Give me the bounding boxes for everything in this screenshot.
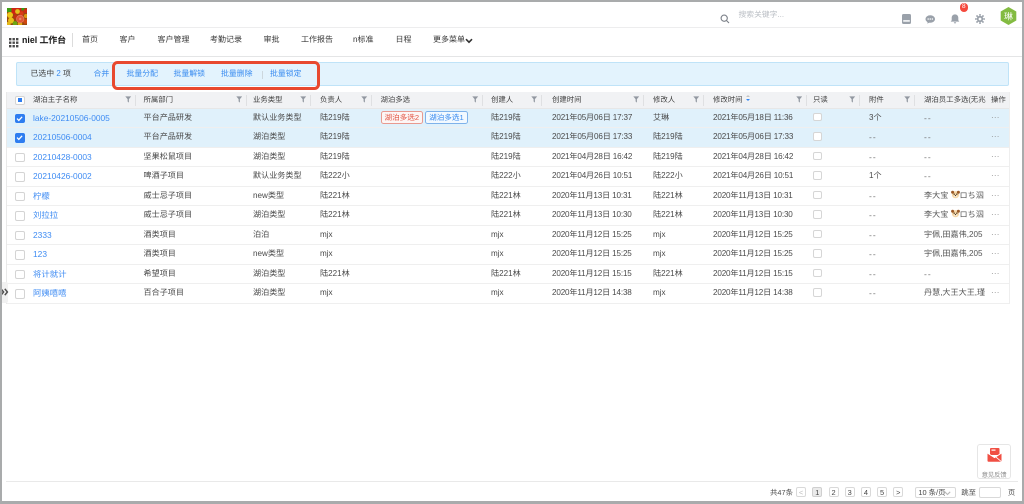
svg-text:琳: 琳 <box>1003 10 1012 23</box>
